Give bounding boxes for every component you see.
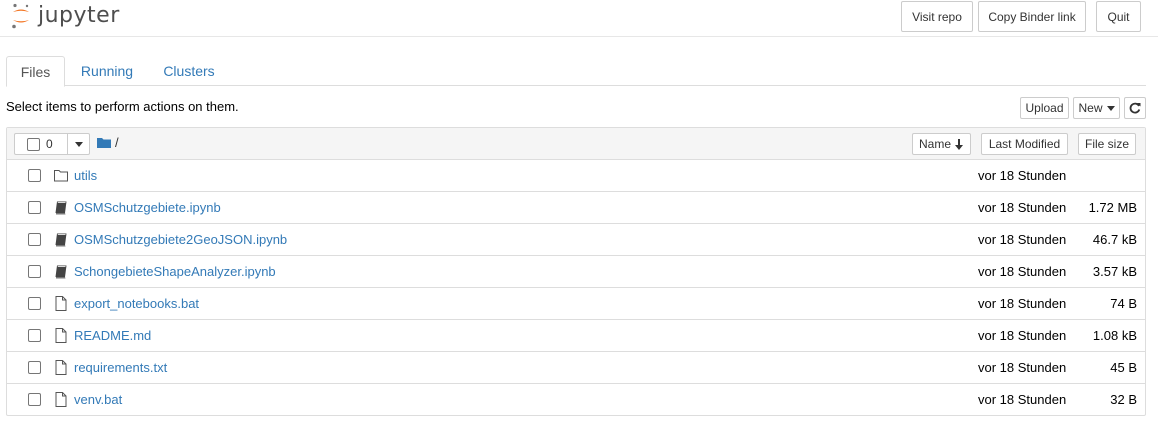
sort-name-label: Name bbox=[918, 137, 951, 151]
refresh-button[interactable] bbox=[1124, 97, 1146, 119]
notebook-icon bbox=[54, 200, 68, 215]
refresh-icon bbox=[1129, 102, 1141, 114]
tab-files[interactable]: Files bbox=[6, 56, 65, 87]
header: jupyter Visit repo Copy Binder link Quit bbox=[0, 0, 1158, 37]
item-modified: vor 18 Stunden bbox=[978, 296, 1067, 311]
item-modified: vor 18 Stunden bbox=[978, 168, 1067, 183]
list-item[interactable]: SchongebieteShapeAnalyzer.ipynb vor 18 St… bbox=[7, 256, 1145, 288]
folder-icon[interactable] bbox=[97, 137, 111, 148]
item-modified: vor 18 Stunden bbox=[978, 360, 1067, 375]
jupyter-logo-icon bbox=[12, 3, 29, 29]
item-size: 32 B bbox=[1110, 392, 1137, 407]
item-name-link[interactable]: OSMSchutzgebiete2GeoJSON.ipynb bbox=[74, 232, 287, 247]
list-item[interactable]: requirements.txt vor 18 Stunden 45 B bbox=[7, 352, 1145, 384]
row-checkbox[interactable] bbox=[28, 233, 41, 246]
quit-button[interactable]: Quit bbox=[1096, 1, 1141, 32]
list-item[interactable]: OSMSchutzgebiete.ipynb vor 18 Stunden 1.72… bbox=[7, 192, 1145, 224]
sort-file-size-button[interactable]: File size bbox=[1078, 133, 1136, 155]
row-checkbox[interactable] bbox=[28, 393, 41, 406]
item-name-link[interactable]: OSMSchutzgebiete.ipynb bbox=[74, 200, 221, 215]
breadcrumb-root[interactable]: / bbox=[115, 135, 119, 150]
sort-last-modified-button[interactable]: Last Modified bbox=[981, 133, 1068, 155]
item-modified: vor 18 Stunden bbox=[978, 232, 1067, 247]
list-item[interactable]: venv.bat vor 18 Stunden 32 B bbox=[7, 384, 1145, 416]
row-checkbox[interactable] bbox=[28, 169, 41, 182]
row-checkbox[interactable] bbox=[28, 361, 41, 374]
jupyter-logo[interactable]: jupyter bbox=[10, 2, 120, 30]
item-size: 3.57 kB bbox=[1092, 264, 1137, 279]
instructions-text: Select items to perform actions on them. bbox=[6, 99, 239, 114]
item-name-link[interactable]: export_notebooks.bat bbox=[74, 296, 199, 311]
file-icon bbox=[54, 328, 68, 343]
list-item[interactable]: utils vor 18 Stunden bbox=[7, 160, 1145, 192]
item-size: 74 B bbox=[1110, 296, 1137, 311]
item-modified: vor 18 Stunden bbox=[978, 200, 1067, 215]
tab-clusters[interactable]: Clusters bbox=[154, 56, 224, 86]
selected-count: 0 bbox=[46, 137, 53, 151]
file-icon bbox=[54, 296, 68, 311]
row-checkbox[interactable] bbox=[28, 265, 41, 278]
item-size: 1.08 kB bbox=[1092, 328, 1137, 343]
arrow-down-icon bbox=[955, 138, 963, 150]
item-size: 46.7 kB bbox=[1092, 232, 1137, 247]
new-button-label: New bbox=[1078, 101, 1103, 115]
upload-button[interactable]: Upload bbox=[1020, 97, 1069, 119]
logo-text: jupyter bbox=[38, 3, 120, 28]
copy-binder-link-button[interactable]: Copy Binder link bbox=[978, 1, 1086, 32]
divider bbox=[67, 133, 68, 155]
new-dropdown-button[interactable]: New bbox=[1073, 97, 1120, 119]
folder-icon bbox=[54, 168, 68, 183]
select-all-group: 0 bbox=[14, 133, 90, 155]
item-size: 45 B bbox=[1110, 360, 1137, 375]
tab-running[interactable]: Running bbox=[72, 56, 142, 86]
row-checkbox[interactable] bbox=[28, 329, 41, 342]
item-modified: vor 18 Stunden bbox=[978, 264, 1067, 279]
file-icon bbox=[54, 392, 68, 407]
list-item[interactable]: OSMSchutzgebiete2GeoJSON.ipynb vor 18 Stu… bbox=[7, 224, 1145, 256]
item-name-link[interactable]: SchongebieteShapeAnalyzer.ipynb bbox=[74, 264, 276, 279]
item-name-link[interactable]: requirements.txt bbox=[74, 360, 167, 375]
item-modified: vor 18 Stunden bbox=[978, 328, 1067, 343]
item-name-link[interactable]: utils bbox=[74, 168, 97, 183]
notebook-icon bbox=[54, 264, 68, 279]
file-icon bbox=[54, 360, 68, 375]
row-checkbox[interactable] bbox=[28, 297, 41, 310]
row-checkbox[interactable] bbox=[28, 201, 41, 214]
caret-down-icon bbox=[1106, 105, 1115, 111]
sort-name-button[interactable]: Name bbox=[912, 133, 971, 155]
item-name-link[interactable]: README.md bbox=[74, 328, 151, 343]
item-modified: vor 18 Stunden bbox=[978, 392, 1067, 407]
file-list: 0 / Name Last Modified File size utils vo… bbox=[6, 127, 1146, 416]
caret-down-icon[interactable] bbox=[75, 142, 83, 147]
item-size: 1.72 MB bbox=[1088, 200, 1137, 215]
select-all-checkbox[interactable] bbox=[27, 137, 40, 151]
list-item[interactable]: export_notebooks.bat vor 18 Stunden 74 B bbox=[7, 288, 1145, 320]
notebook-icon bbox=[54, 232, 68, 247]
item-name-link[interactable]: venv.bat bbox=[74, 392, 122, 407]
tab-bar: Files Running Clusters bbox=[6, 56, 1146, 87]
visit-repo-button[interactable]: Visit repo bbox=[901, 1, 973, 32]
list-item[interactable]: README.md vor 18 Stunden 1.08 kB bbox=[7, 320, 1145, 352]
file-list-header: 0 / Name Last Modified File size bbox=[7, 128, 1145, 160]
